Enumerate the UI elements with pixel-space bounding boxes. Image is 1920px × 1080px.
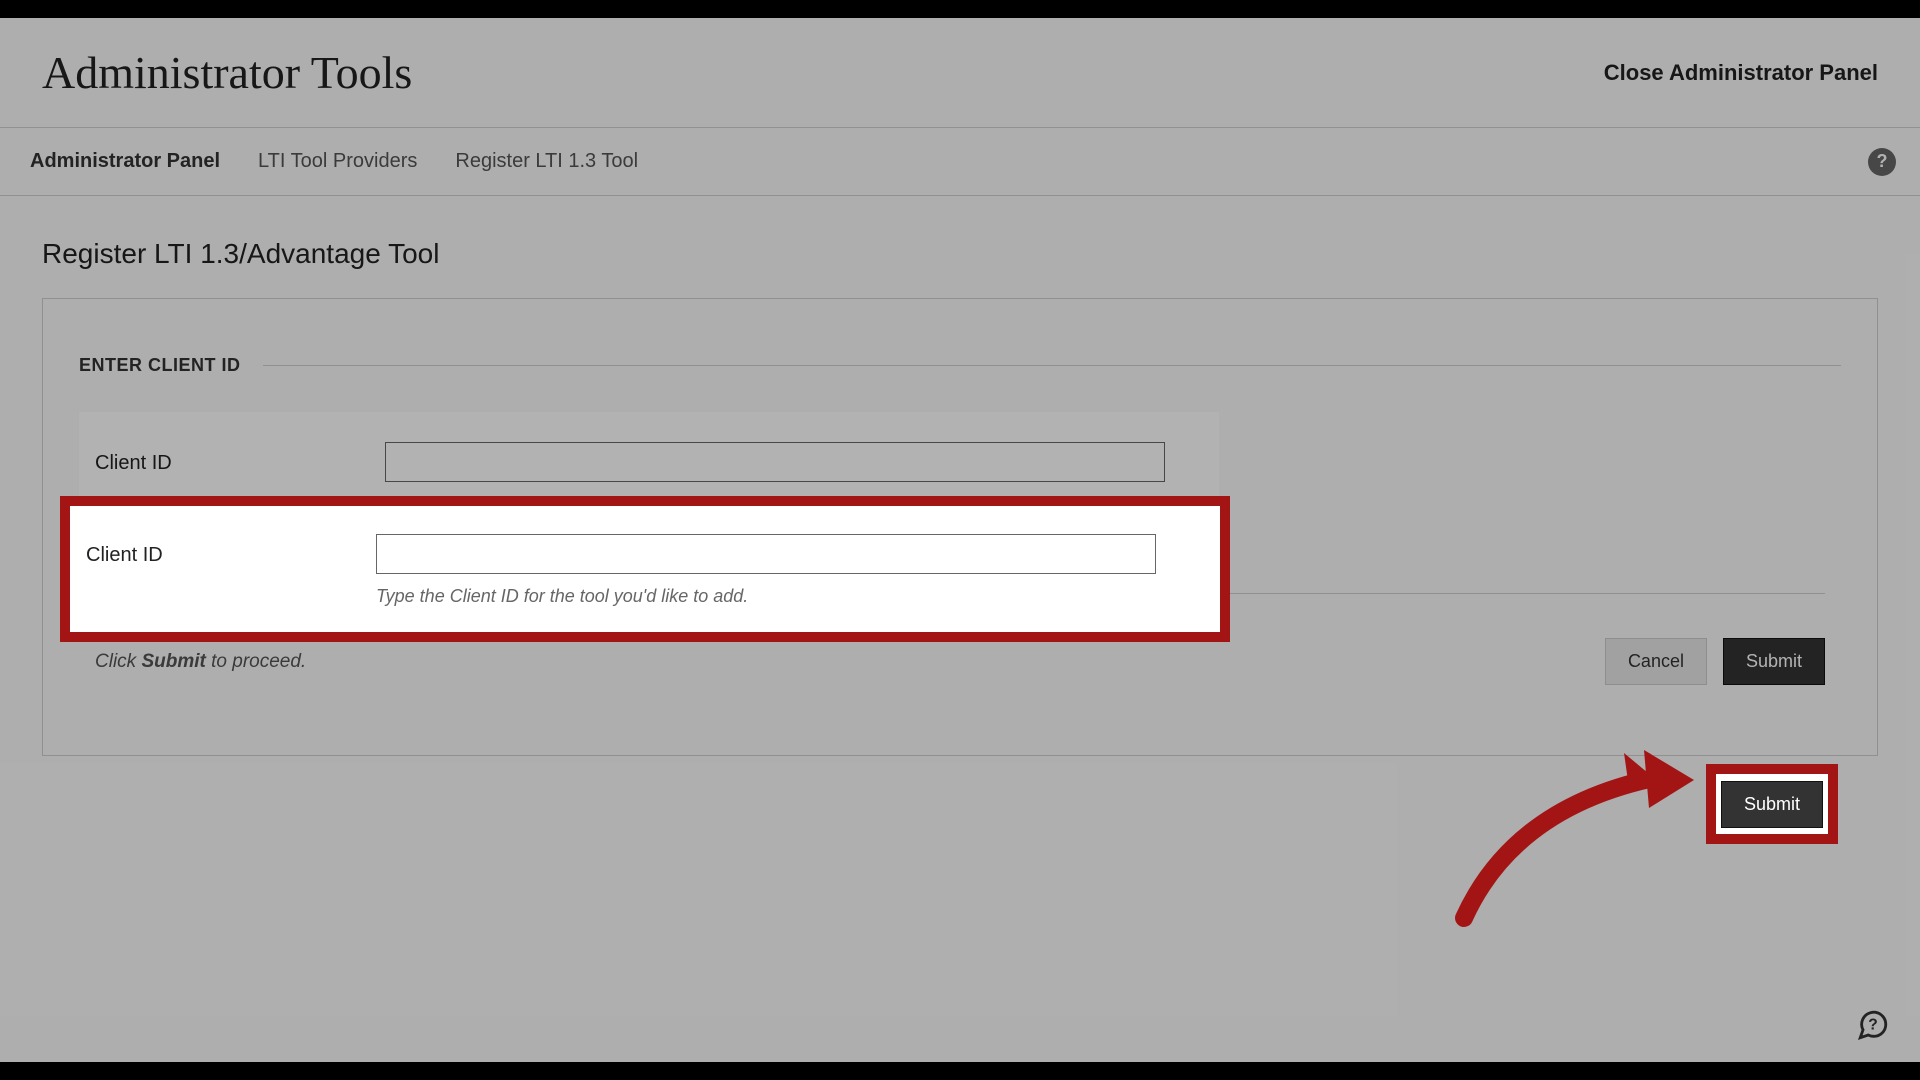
cancel-button[interactable]: Cancel <box>1605 638 1707 685</box>
submit-button[interactable]: Submit <box>1723 638 1825 685</box>
footer-actions: Cancel Submit <box>1605 638 1825 685</box>
form-card: ENTER CLIENT ID Client ID Type the Clien… <box>42 298 1878 756</box>
form-divider <box>95 593 1825 594</box>
anno-submit-button[interactable]: Submit <box>1721 781 1823 828</box>
page-title-main: Administrator Tools <box>42 46 412 99</box>
form-footer: Click Submit to proceed. Cancel Submit <box>79 638 1841 685</box>
client-id-input[interactable] <box>385 442 1165 482</box>
breadcrumb: Administrator Panel LTI Tool Providers R… <box>0 128 1920 196</box>
breadcrumb-register-tool[interactable]: Register LTI 1.3 Tool <box>455 150 638 173</box>
section-header: ENTER CLIENT ID <box>79 355 1841 376</box>
breadcrumb-admin-panel[interactable]: Administrator Panel <box>30 150 220 173</box>
client-id-label: Client ID <box>95 442 385 475</box>
hint-suffix: to proceed. <box>206 651 306 672</box>
svg-text:?: ? <box>1868 1016 1878 1033</box>
subpage-title: Register LTI 1.3/Advantage Tool <box>0 196 1920 298</box>
hint-bold: Submit <box>141 651 205 672</box>
chat-help-icon[interactable]: ? <box>1856 1008 1890 1042</box>
submit-hint: Click Submit to proceed. <box>95 651 306 673</box>
client-id-field-row: Client ID Type the Client ID for the too… <box>79 412 1219 545</box>
app-stage: Administrator Tools Close Administrator … <box>0 18 1920 1062</box>
client-id-help: Type the Client ID for the tool you'd li… <box>385 494 1203 515</box>
section-label: ENTER CLIENT ID <box>79 355 241 376</box>
hint-prefix: Click <box>95 651 141 672</box>
close-admin-panel-link[interactable]: Close Administrator Panel <box>1604 60 1878 86</box>
annotation-arrow-icon <box>1454 748 1714 928</box>
page-header: Administrator Tools Close Administrator … <box>0 18 1920 128</box>
question-mark-icon: ? <box>1877 151 1888 172</box>
breadcrumb-lti-providers[interactable]: LTI Tool Providers <box>258 150 417 173</box>
annotation-submit-highlight: Submit <box>1706 764 1838 844</box>
section-rule <box>263 365 1841 366</box>
help-icon[interactable]: ? <box>1868 148 1896 176</box>
